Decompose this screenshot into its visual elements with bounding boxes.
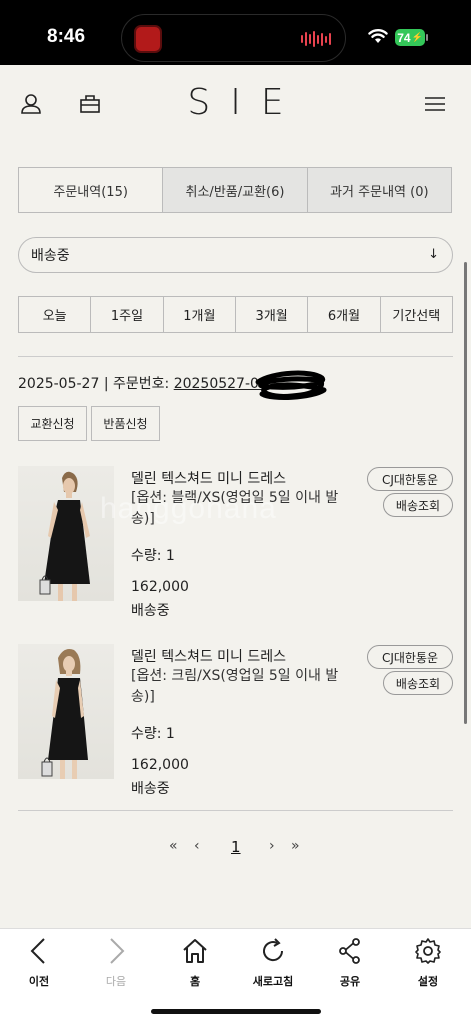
battery-indicator: 74 ⚡ xyxy=(395,29,425,46)
nav-refresh-label: 새로고침 xyxy=(252,975,294,988)
courier-badge[interactable]: CJ대한통운 xyxy=(367,645,453,669)
scrollbar[interactable] xyxy=(464,262,467,724)
nav-back-button[interactable]: 이전 xyxy=(9,937,69,989)
nav-back-label: 이전 xyxy=(28,975,50,988)
nav-home-label: 홈 xyxy=(189,975,201,988)
exchange-request-button[interactable]: 교환신청 xyxy=(18,406,87,441)
tab-cancel-return-exchange[interactable]: 취소/반품/교환(6) xyxy=(162,168,307,212)
product-price: 162,000 xyxy=(131,757,189,773)
product-name[interactable]: 델린 텍스쳐드 미니 드레스 xyxy=(131,468,286,488)
status-filter-value: 배송중 xyxy=(31,248,70,264)
delivery-status: 배송중 xyxy=(131,781,170,797)
product-option: [옵션: 블랙/XS(영업일 5일 이내 발송)] xyxy=(131,490,339,527)
product-name[interactable]: 델린 텍스쳐드 미니 드레스 xyxy=(131,646,286,666)
section-divider xyxy=(18,810,453,811)
nav-forward-button[interactable]: 다음 xyxy=(86,937,146,989)
dynamic-island[interactable] xyxy=(121,14,346,62)
wifi-icon xyxy=(368,29,388,43)
product-image[interactable] xyxy=(18,466,114,601)
track-delivery-button[interactable]: 배송조회 xyxy=(383,671,453,695)
product-option: [옵션: 크림/XS(영업일 5일 이내 발송)] xyxy=(131,668,339,705)
section-divider xyxy=(18,356,453,357)
nav-share-button[interactable]: 공유 xyxy=(320,937,380,989)
nav-home-button[interactable]: 홈 xyxy=(165,937,225,989)
last-page-icon[interactable]: » xyxy=(291,838,300,854)
product-quantity: 수량: 1 xyxy=(131,548,175,564)
audio-wave-icon xyxy=(301,31,331,47)
product-price: 162,000 xyxy=(131,579,189,595)
pagination: « ‹ 1 › » xyxy=(0,838,471,858)
brand-logo[interactable]: SIE xyxy=(0,82,471,123)
status-filter-select[interactable]: 배송중 ↓ xyxy=(18,237,453,273)
chevron-left-icon xyxy=(30,938,45,964)
order-number-label: 주문번호: xyxy=(113,376,174,392)
share-icon xyxy=(339,938,360,964)
next-page-icon[interactable]: › xyxy=(269,838,275,854)
chevron-right-icon xyxy=(110,938,125,964)
tab-past-orders[interactable]: 과거 주문내역 (0) xyxy=(306,168,451,212)
product-image[interactable] xyxy=(18,644,114,779)
nav-settings-button[interactable]: 설정 xyxy=(398,937,458,989)
order-tabs: 주문내역(15) 취소/반품/교환(6) 과거 주문내역 (0) xyxy=(18,167,452,213)
nav-refresh-button[interactable]: 새로고침 xyxy=(243,937,303,989)
prev-page-icon[interactable]: ‹ xyxy=(194,838,200,854)
period-3months-button[interactable]: 3개월 xyxy=(234,297,307,332)
now-playing-app-icon xyxy=(134,25,162,53)
battery-tip xyxy=(426,34,428,41)
page-number[interactable]: 1 xyxy=(231,838,241,856)
period-filter: 오늘 1주일 1개월 3개월 6개월 기간선택 xyxy=(18,296,453,333)
track-delivery-button[interactable]: 배송조회 xyxy=(383,493,453,517)
product-quantity: 수량: 1 xyxy=(131,726,175,742)
return-request-button[interactable]: 반품신청 xyxy=(91,406,160,441)
period-6months-button[interactable]: 6개월 xyxy=(307,297,379,332)
order-header: 2025-05-27 | 주문번호: 20250527-00 xyxy=(18,373,268,393)
redaction-scribble xyxy=(255,370,327,400)
home-icon xyxy=(183,939,207,963)
nav-share-label: 공유 xyxy=(339,975,361,988)
period-custom-button[interactable]: 기간선택 xyxy=(379,297,452,332)
status-time: 8:46 xyxy=(47,26,86,47)
home-indicator xyxy=(151,1009,321,1014)
period-1week-button[interactable]: 1주일 xyxy=(90,297,162,332)
period-1month-button[interactable]: 1개월 xyxy=(162,297,235,332)
courier-badge[interactable]: CJ대한통운 xyxy=(367,467,453,491)
delivery-status: 배송중 xyxy=(131,603,170,619)
tab-order-history[interactable]: 주문내역(15) xyxy=(19,168,163,212)
gear-icon xyxy=(415,938,441,964)
first-page-icon[interactable]: « xyxy=(169,838,178,854)
nav-settings-label: 설정 xyxy=(417,975,439,988)
arrow-down-icon: ↓ xyxy=(428,247,439,262)
period-today-button[interactable]: 오늘 xyxy=(19,297,90,332)
status-bar: 8:46 74 ⚡ xyxy=(0,0,471,65)
refresh-icon xyxy=(263,938,284,962)
menu-icon[interactable] xyxy=(424,96,446,112)
order-separator: | xyxy=(99,376,113,392)
order-date: 2025-05-27 xyxy=(18,376,100,392)
nav-forward-label: 다음 xyxy=(105,975,127,988)
site-header: SIE xyxy=(0,65,471,145)
